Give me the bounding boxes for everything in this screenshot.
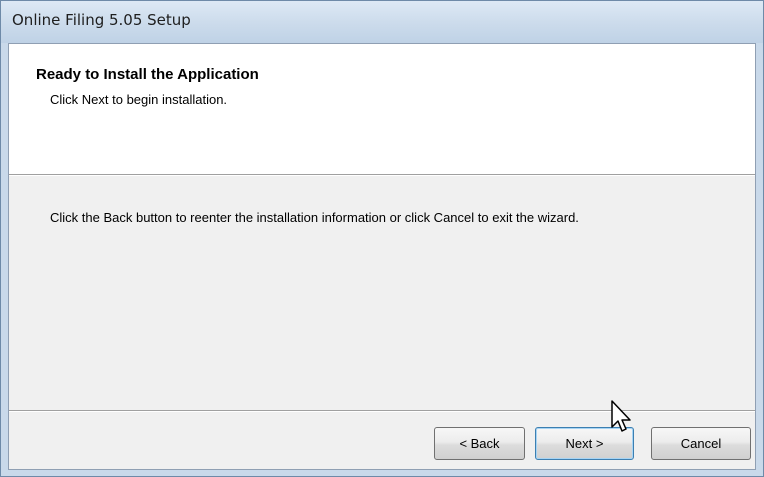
cancel-button[interactable]: Cancel (651, 427, 751, 460)
page-title: Ready to Install the Application (36, 66, 259, 83)
wizard-header: Ready to Install the Application Click N… (9, 44, 755, 174)
back-button[interactable]: < Back (434, 427, 525, 460)
page-subtitle: Click Next to begin installation. (50, 92, 228, 107)
instruction-text: Click the Back button to reenter the ins… (50, 210, 579, 225)
arrow-cursor-icon (611, 400, 631, 432)
title-bar[interactable]: Online Filing 5.05 Setup (1, 1, 763, 43)
footer-divider (9, 410, 755, 412)
setup-window: Online Filing 5.05 Setup Ready to Instal… (0, 0, 764, 477)
wizard-panel: Ready to Install the Application Click N… (8, 43, 756, 470)
header-divider (9, 174, 755, 176)
window-title: Online Filing 5.05 Setup (12, 11, 191, 29)
